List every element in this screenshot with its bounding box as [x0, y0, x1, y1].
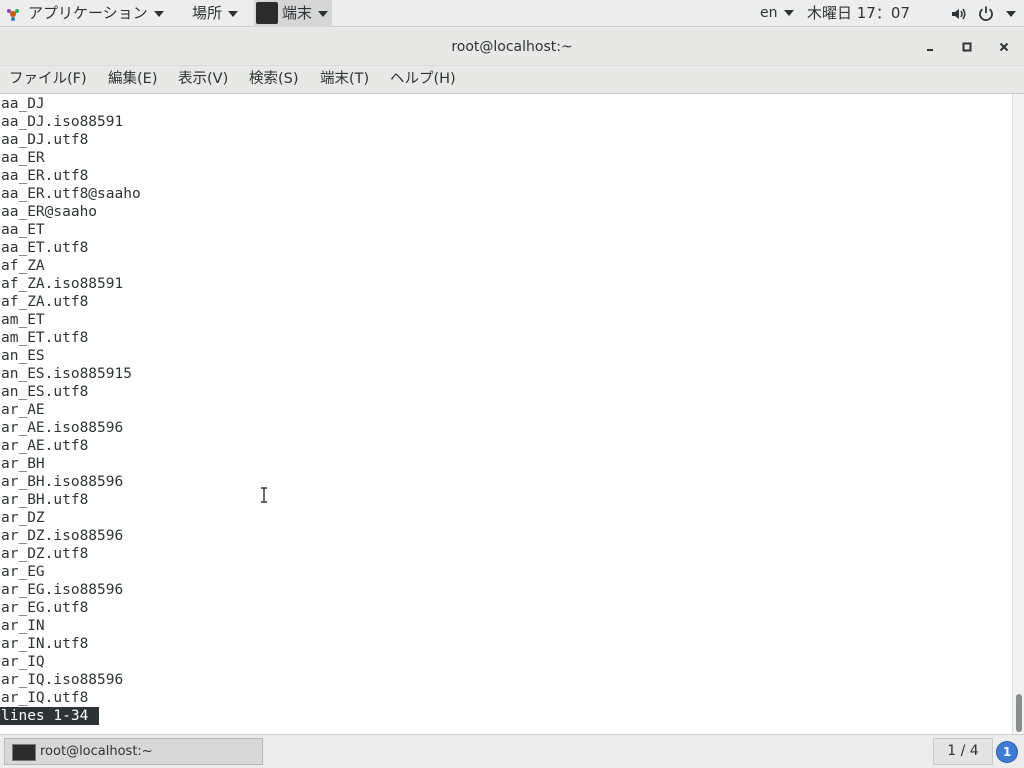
terminal-line: ar_AE.utf8 — [1, 438, 89, 454]
places-label: 場所 — [192, 4, 223, 22]
terminal-icon — [256, 2, 278, 24]
bottom-panel: root@localhost:~ 1 / 4 1 — [0, 734, 1024, 768]
menu-bar: ファイル(F) 編集(E) 表示(V) 検索(S) 端末(T) ヘルプ(H) — [0, 66, 1024, 94]
top-panel: アプリケーション 場所 端末 en 木曜日 17：07 — [0, 0, 1024, 27]
terminal-line: ar_DZ.utf8 — [1, 546, 89, 562]
terminal-line: aa_DJ.utf8 — [1, 132, 89, 148]
terminal-line: aa_DJ.iso88591 — [1, 114, 124, 130]
menu-edit[interactable]: 編集(E) — [108, 66, 157, 92]
places-menu[interactable]: 場所 — [192, 0, 239, 27]
terminal-line: ar_IN.utf8 — [1, 636, 89, 652]
language-label: en — [760, 5, 778, 21]
terminal-line: ar_AE.iso88596 — [1, 420, 124, 436]
terminal-line: aa_ER@saaho — [1, 204, 98, 220]
minimize-icon[interactable] — [922, 39, 938, 55]
terminal-line: an_ES.utf8 — [1, 384, 89, 400]
chevron-down-icon — [318, 10, 329, 17]
terminal-line: af_ZA.iso88591 — [1, 276, 124, 292]
scrollbar-thumb[interactable] — [1016, 694, 1022, 732]
terminal-line: ar_DZ — [1, 510, 45, 526]
menu-file[interactable]: ファイル(F) — [9, 66, 87, 92]
terminal-line: aa_ER.utf8@saaho — [1, 186, 141, 202]
terminal-line: an_ES.iso885915 — [1, 366, 132, 382]
terminal-line: af_ZA.utf8 — [1, 294, 89, 310]
volume-icon[interactable] — [950, 6, 966, 22]
terminal-line: ar_BH.iso88596 — [1, 474, 124, 490]
power-icon[interactable] — [978, 5, 994, 21]
terminal-icon — [12, 744, 36, 761]
terminal-line: am_ET.utf8 — [1, 330, 89, 346]
terminal-output: aa_DJ aa_DJ.iso88591 aa_DJ.utf8 aa_ER aa_ER.… — [1, 95, 141, 707]
window-title: root@localhost:~ — [451, 39, 573, 55]
chevron-down-icon — [228, 10, 239, 17]
system-menu-toggle[interactable] — [1000, 0, 1016, 27]
applications-label: アプリケーション — [28, 4, 148, 22]
terminal-line: ar_AE — [1, 402, 45, 418]
input-language-menu[interactable]: en — [760, 0, 794, 27]
pager-status: lines 1-34 — [0, 707, 100, 725]
terminal-line: an_ES — [1, 348, 45, 364]
applications-menu[interactable]: アプリケーション — [28, 0, 164, 27]
terminal-line: af_ZA — [1, 258, 45, 274]
notification-badge[interactable]: 1 — [997, 742, 1017, 762]
chevron-down-icon — [1006, 10, 1016, 17]
terminal-line: ar_EG.iso88596 — [1, 582, 124, 598]
terminal-line: ar_DZ.iso88596 — [1, 528, 124, 544]
terminal-line: aa_ER — [1, 150, 45, 166]
close-icon[interactable] — [996, 39, 1012, 55]
terminal-line: aa_ET — [1, 222, 45, 238]
chevron-down-icon — [153, 10, 164, 17]
terminal-view[interactable]: aa_DJ aa_DJ.iso88591 aa_DJ.utf8 aa_ER aa_ER.… — [0, 94, 1012, 734]
chevron-down-icon — [783, 10, 794, 16]
terminal-app-menu[interactable]: 端末 — [254, 0, 332, 27]
taskbar-window-label: root@localhost:~ — [40, 744, 153, 759]
menu-view[interactable]: 表示(V) — [178, 66, 228, 92]
applications-icon — [7, 9, 19, 21]
terminal-line: ar_EG.utf8 — [1, 600, 89, 616]
terminal-line: ar_IQ.iso88596 — [1, 672, 124, 688]
clock[interactable]: 木曜日 17：07 — [807, 0, 910, 27]
terminal-app-label: 端末 — [282, 4, 313, 22]
text-cursor-icon — [261, 487, 267, 503]
terminal-line: aa_ET.utf8 — [1, 240, 89, 256]
terminal-line: aa_DJ — [1, 96, 45, 112]
menu-help[interactable]: ヘルプ(H) — [390, 66, 456, 92]
terminal-line: aa_ER.utf8 — [1, 168, 89, 184]
terminal-scrollbar[interactable] — [1012, 94, 1024, 734]
terminal-line: ar_EG — [1, 564, 45, 580]
workspace-switcher[interactable]: 1 / 4 — [933, 738, 993, 765]
menu-terminal[interactable]: 端末(T) — [320, 66, 369, 92]
terminal-line: am_ET — [1, 312, 45, 328]
terminal-line: ar_BH — [1, 456, 45, 472]
maximize-icon[interactable] — [959, 39, 975, 55]
menu-search[interactable]: 検索(S) — [249, 66, 299, 92]
terminal-line: ar_BH.utf8 — [1, 492, 89, 508]
window-titlebar[interactable]: root@localhost:~ — [0, 28, 1024, 66]
terminal-line: ar_IQ — [1, 654, 45, 670]
taskbar-window-button[interactable]: root@localhost:~ — [4, 738, 263, 765]
terminal-line: ar_IN — [1, 618, 45, 634]
terminal-line: ar_IQ.utf8 — [1, 690, 89, 706]
